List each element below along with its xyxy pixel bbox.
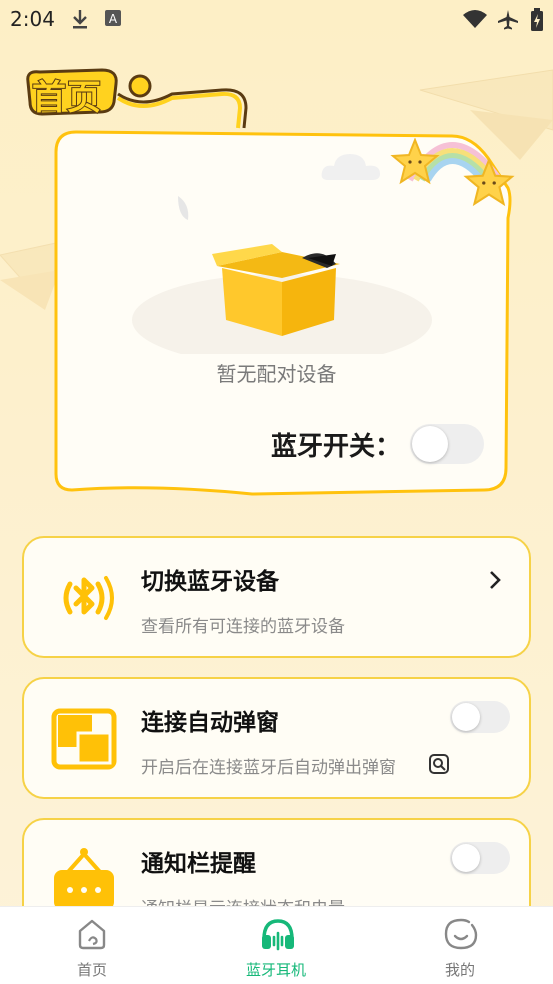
bluetooth-switch-label: 蓝牙开关： — [271, 432, 402, 462]
feature-title: 通知栏提醒 — [141, 851, 256, 877]
chevron-right-icon — [490, 571, 501, 589]
nav-label: 首页 — [76, 961, 107, 979]
feather-icon — [178, 196, 189, 220]
nav-label: 我的 — [444, 961, 475, 979]
nav-label: 蓝牙耳机 — [245, 961, 306, 979]
auto-popup-toggle[interactable] — [450, 701, 510, 733]
bottom-navigation: 首页 蓝牙耳机 我的 — [0, 906, 553, 984]
wifi-icon — [462, 8, 488, 34]
download-icon — [70, 8, 90, 34]
nav-item-headphones[interactable]: 蓝牙耳机 — [216, 907, 336, 984]
bluetooth-icon — [63, 576, 114, 620]
star-left-icon — [390, 138, 440, 185]
notification-toggle[interactable] — [450, 842, 510, 874]
empty-box-illustration — [132, 244, 432, 354]
nav-item-profile[interactable]: 我的 — [400, 907, 520, 984]
search-preview-icon[interactable] — [428, 753, 450, 775]
nav-item-home[interactable]: 首页 — [32, 907, 152, 984]
feature-subtitle: 查看所有可连接的蓝牙设备 — [141, 617, 345, 637]
feature-subtitle: 开启后在连接蓝牙后自动弹出弹窗 — [141, 758, 396, 778]
page-title: 首页 — [31, 77, 102, 119]
toggle-knob — [412, 426, 448, 462]
popup-window-icon — [51, 708, 117, 770]
switch-bluetooth-device-card[interactable]: 切换蓝牙设备 查看所有可连接的蓝牙设备 — [22, 536, 531, 658]
bluetooth-toggle[interactable] — [410, 424, 484, 464]
home-icon — [78, 919, 106, 950]
star-right-icon — [463, 158, 515, 207]
toggle-knob — [452, 703, 480, 731]
headphones-icon — [262, 919, 294, 951]
auto-popup-card: 连接自动弹窗 开启后在连接蓝牙后自动弹出弹窗 — [22, 677, 531, 799]
airplane-icon — [496, 8, 520, 36]
svg-text:A: A — [109, 12, 118, 26]
page-title-banner: 首页 — [22, 62, 262, 138]
notification-panel-icon — [54, 848, 114, 910]
status-time: 2:04 — [10, 7, 55, 31]
smile-icon — [444, 918, 478, 950]
a-box-icon: A — [104, 8, 122, 32]
toggle-knob — [452, 844, 480, 872]
feature-title: 切换蓝牙设备 — [141, 569, 279, 595]
status-bar: 2:04 A — [0, 0, 553, 40]
empty-devices-text: 暂无配对设备 — [216, 362, 337, 386]
battery-icon — [530, 8, 544, 36]
cloud-icon — [321, 154, 380, 180]
feature-title: 连接自动弹窗 — [141, 710, 279, 736]
